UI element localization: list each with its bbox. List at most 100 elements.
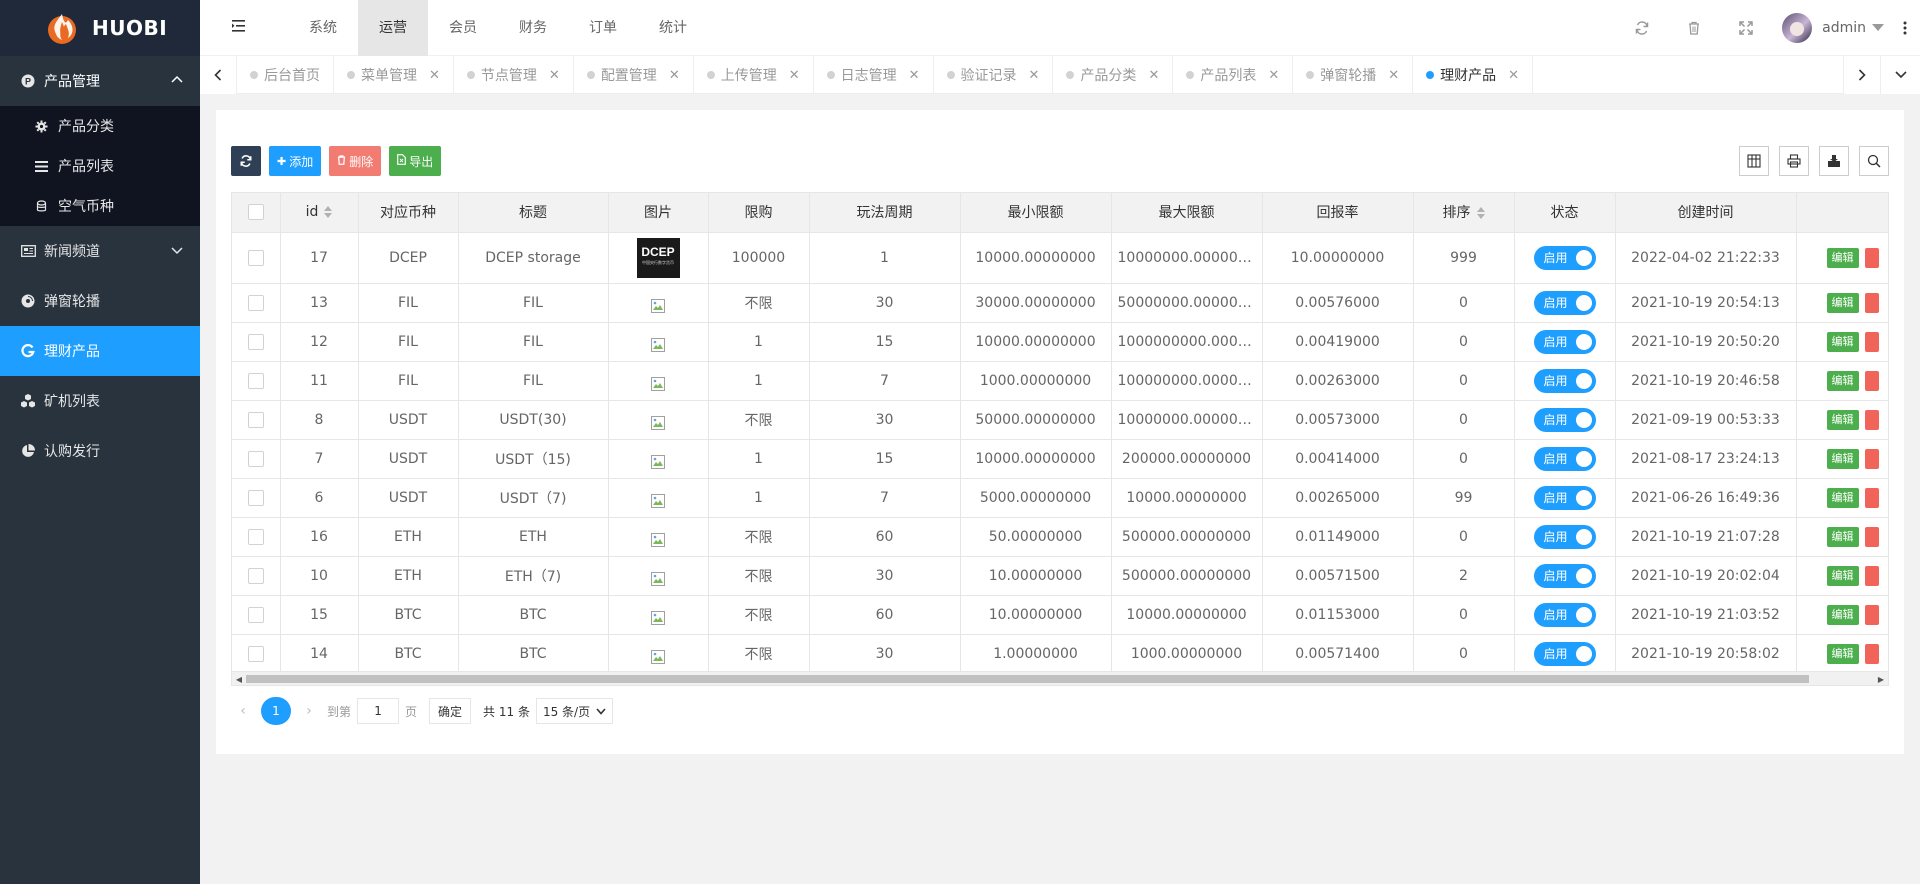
row-checkbox[interactable]: [247, 294, 264, 311]
top-nav-operations[interactable]: 运营: [358, 0, 428, 56]
edit-button[interactable]: 编辑: [1826, 643, 1859, 664]
edit-button[interactable]: 编辑: [1826, 487, 1859, 508]
tab-close-icon[interactable]: ✕: [549, 68, 560, 83]
delete-row-button[interactable]: [1864, 292, 1879, 313]
tab-page[interactable]: 节点管理 ✕: [454, 56, 574, 94]
scrollbar-thumb[interactable]: [246, 675, 1809, 683]
page-number-current[interactable]: 1: [261, 697, 291, 725]
tabs-scroll-left-icon[interactable]: [200, 56, 237, 94]
sidebar-item-popup-carousel[interactable]: 弹窗轮播: [0, 276, 200, 326]
edit-button[interactable]: 编辑: [1826, 565, 1859, 586]
delete-button[interactable]: 删除: [329, 146, 382, 176]
edit-button[interactable]: 编辑: [1826, 331, 1859, 352]
delete-row-button[interactable]: [1864, 526, 1879, 547]
goto-page-input[interactable]: [357, 698, 400, 724]
table-row[interactable]: 8 USDT USDT(30) 不限 30 50000.00000000 10000000.…: [232, 400, 1888, 440]
delete-row-button[interactable]: [1864, 565, 1879, 586]
table-row[interactable]: 13 FIL FIL 不限 30 30000.00000000 50000000.00000…: [232, 283, 1888, 323]
row-checkbox[interactable]: [247, 411, 264, 428]
tab-page[interactable]: 产品列表 ✕: [1173, 56, 1294, 94]
status-toggle[interactable]: 启用: [1533, 563, 1596, 588]
add-button[interactable]: ✚ 添加: [269, 146, 322, 176]
delete-row-button[interactable]: [1864, 487, 1879, 508]
status-toggle[interactable]: 启用: [1533, 407, 1596, 432]
top-nav-system[interactable]: 系统: [288, 0, 358, 56]
row-checkbox[interactable]: [247, 606, 264, 623]
edit-button[interactable]: 编辑: [1826, 409, 1859, 430]
tab-page[interactable]: 验证记录 ✕: [934, 56, 1054, 94]
export-table-icon[interactable]: [1819, 146, 1849, 176]
row-checkbox[interactable]: [247, 528, 264, 545]
edit-button[interactable]: 编辑: [1826, 604, 1859, 625]
menu-toggle-icon[interactable]: [230, 18, 250, 38]
sidebar-item-miner-list[interactable]: 矿机列表: [0, 376, 200, 426]
delete-row-button[interactable]: [1864, 331, 1879, 352]
table-row[interactable]: 15 BTC BTC 不限 60 10.00000000 10000.00000000 0.0…: [232, 595, 1888, 635]
column-header-sort[interactable]: 排序: [1413, 193, 1515, 233]
refresh-icon[interactable]: [1616, 0, 1668, 56]
fullscreen-icon[interactable]: [1720, 0, 1772, 56]
top-nav-members[interactable]: 会员: [428, 0, 498, 56]
table-row[interactable]: 11 FIL FIL 1 7 1000.00000000 100000000.0000000…: [232, 361, 1888, 401]
tab-page[interactable]: 理财产品 ✕: [1413, 56, 1534, 94]
tab-page[interactable]: 日志管理 ✕: [814, 56, 934, 94]
tab-close-icon[interactable]: ✕: [909, 68, 920, 83]
delete-row-button[interactable]: [1864, 604, 1879, 625]
top-nav-finance[interactable]: 财务: [498, 0, 568, 56]
select-all-checkbox[interactable]: [247, 204, 264, 221]
tab-close-icon[interactable]: ✕: [1029, 68, 1040, 83]
tab-page[interactable]: 弹窗轮播 ✕: [1293, 56, 1414, 94]
row-checkbox[interactable]: [247, 333, 264, 350]
status-toggle[interactable]: 启用: [1533, 290, 1596, 315]
edit-button[interactable]: 编辑: [1826, 370, 1859, 391]
tab-page[interactable]: 配置管理 ✕: [574, 56, 694, 94]
tab-page[interactable]: 上传管理 ✕: [694, 56, 814, 94]
top-nav-statistics[interactable]: 统计: [638, 0, 708, 56]
row-checkbox[interactable]: [247, 450, 264, 467]
edit-button[interactable]: 编辑: [1826, 247, 1859, 268]
sidebar-item-product-category[interactable]: 产品分类: [0, 106, 200, 146]
row-checkbox[interactable]: [247, 567, 264, 584]
more-vertical-icon[interactable]: [1890, 0, 1920, 56]
tabs-menu-chevron-down-icon[interactable]: [1880, 56, 1920, 94]
tab-close-icon[interactable]: ✕: [1268, 68, 1279, 83]
trash-icon[interactable]: [1668, 0, 1720, 56]
tab-page[interactable]: 后台首页: [237, 56, 334, 94]
scroll-left-arrow-icon[interactable]: ◀: [234, 674, 244, 684]
sidebar-item-product-list[interactable]: 产品列表: [0, 146, 200, 186]
status-toggle[interactable]: 启用: [1533, 446, 1596, 471]
status-toggle[interactable]: 启用: [1533, 329, 1596, 354]
edit-button[interactable]: 编辑: [1826, 448, 1859, 469]
tabs-scroll-right-icon[interactable]: [1843, 56, 1880, 94]
reload-button[interactable]: [231, 146, 261, 176]
sidebar-item-news-channel[interactable]: 新闻频道: [0, 226, 200, 276]
tab-close-icon[interactable]: ✕: [669, 68, 680, 83]
delete-row-button[interactable]: [1864, 247, 1879, 268]
next-page-icon[interactable]: ›: [297, 703, 321, 719]
edit-button[interactable]: 编辑: [1826, 526, 1859, 547]
table-row[interactable]: 12 FIL FIL 1 15 10000.00000000 1000000000.0000…: [232, 322, 1888, 362]
print-icon[interactable]: [1779, 146, 1809, 176]
status-toggle[interactable]: 启用: [1533, 602, 1596, 627]
tab-close-icon[interactable]: ✕: [429, 68, 440, 83]
user-menu[interactable]: admin: [1772, 13, 1890, 43]
tab-page[interactable]: 产品分类 ✕: [1053, 56, 1174, 94]
status-toggle[interactable]: 启用: [1533, 524, 1596, 549]
tab-close-icon[interactable]: ✕: [1508, 68, 1519, 83]
sort-icon[interactable]: [324, 206, 333, 219]
sidebar-item-product-management[interactable]: P 产品管理: [0, 56, 200, 106]
status-toggle[interactable]: 启用: [1533, 245, 1596, 270]
table-row[interactable]: 17 DCEP DCEP storage DCEP 中国央行数字货币 100000 1 100…: [232, 232, 1888, 284]
search-icon[interactable]: [1859, 146, 1889, 176]
sidebar-item-subscription-issue[interactable]: 认购发行: [0, 426, 200, 476]
status-toggle[interactable]: 启用: [1533, 485, 1596, 510]
export-button[interactable]: 导出: [389, 146, 442, 176]
logo[interactable]: HUOBI: [0, 0, 200, 56]
sort-icon[interactable]: [1476, 207, 1485, 220]
delete-row-button[interactable]: [1864, 448, 1879, 469]
table-row[interactable]: 14 BTC BTC 不限 30 1.00000000 1000.00000000 0.005…: [232, 634, 1888, 671]
page-size-select[interactable]: 15 条/页: [535, 698, 614, 724]
tab-close-icon[interactable]: ✕: [1388, 68, 1399, 83]
row-checkbox[interactable]: [247, 249, 264, 266]
sidebar-item-wealth-products[interactable]: 理财产品: [0, 326, 200, 376]
